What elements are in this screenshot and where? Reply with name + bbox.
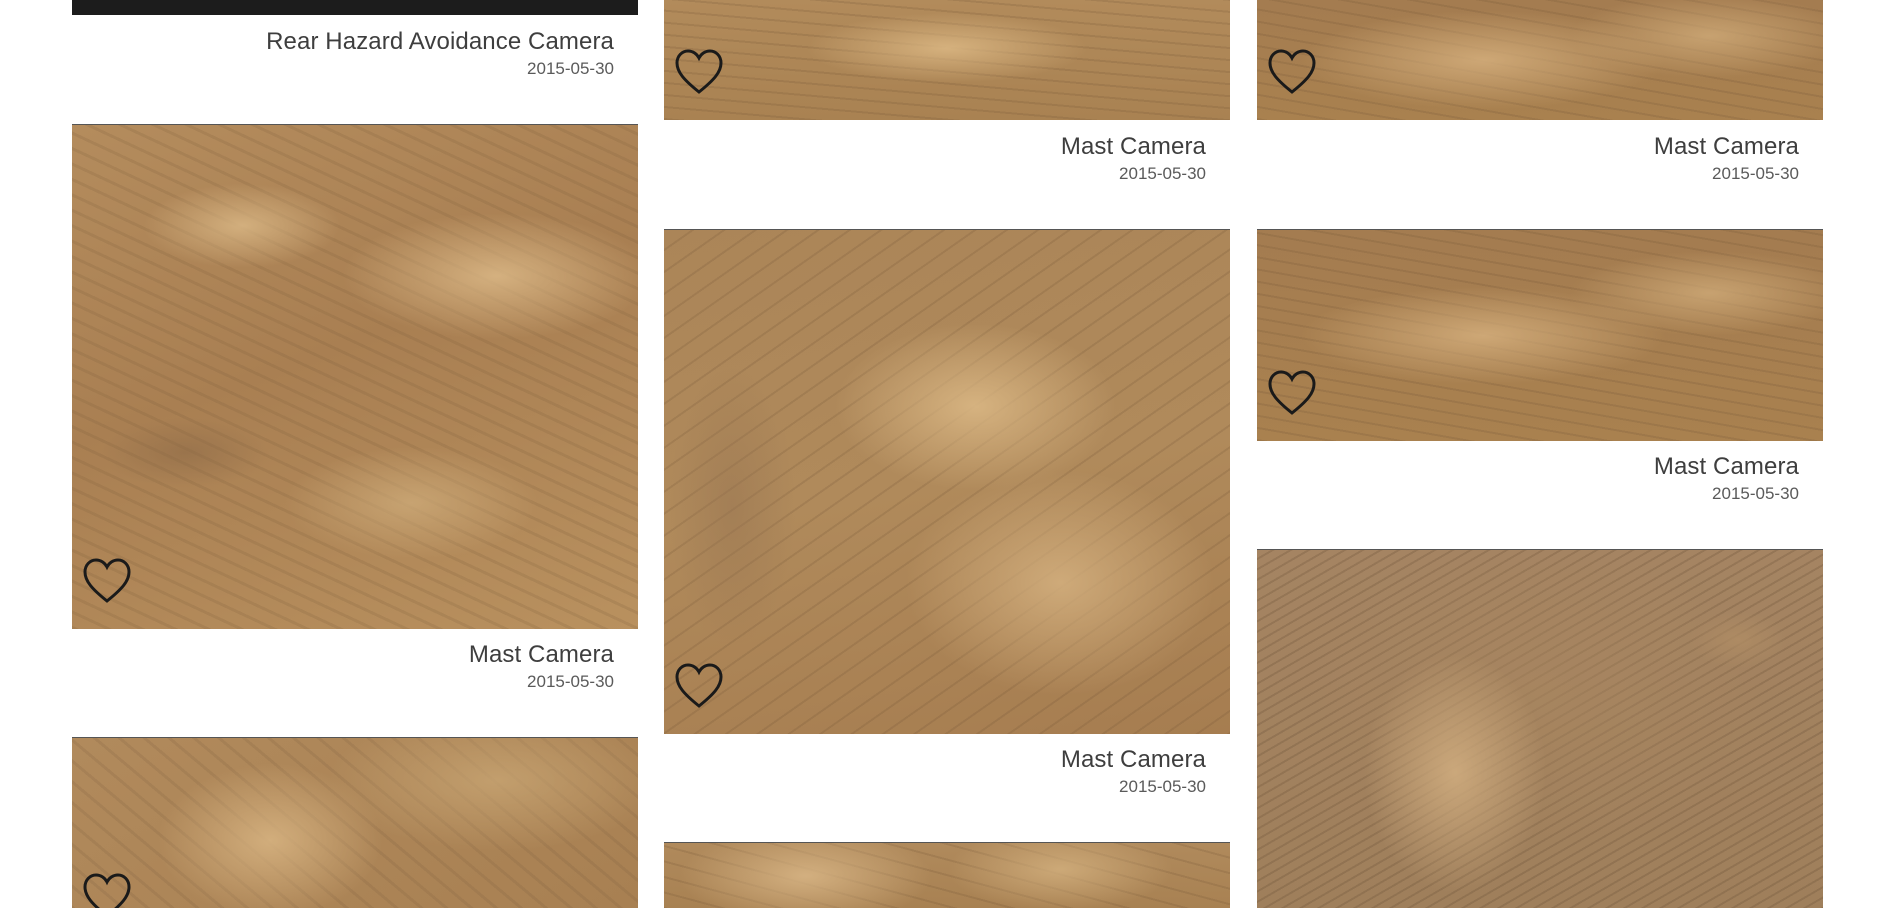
photo-card: Mast Camera 2015-05-30 [664, 0, 1230, 200]
photo-caption: Mast Camera 2015-05-30 [1061, 746, 1206, 798]
photo-date: 2015-05-30 [1712, 484, 1799, 503]
photo-date: 2015-05-30 [527, 672, 614, 691]
rover-photo[interactable] [72, 0, 638, 15]
rover-photo[interactable] [1257, 229, 1823, 441]
photo-caption: Mast Camera 2015-05-30 [469, 641, 614, 693]
favorite-heart-icon[interactable] [674, 48, 724, 96]
photo-card: Mast Camera 2015-05-30 [1257, 0, 1823, 200]
photo-card [72, 737, 638, 908]
camera-name: Mast Camera [1060, 133, 1206, 160]
rover-photo[interactable] [1257, 0, 1823, 120]
camera-name: Mast Camera [1653, 453, 1799, 480]
camera-name: Rear Hazard Avoidance Camera [266, 28, 614, 55]
favorite-heart-icon[interactable] [1267, 369, 1317, 417]
camera-name: Mast Camera [1653, 133, 1799, 160]
photo-card: Mast Camera 2015-05-30 [664, 229, 1230, 829]
photo-card [1257, 549, 1823, 908]
rover-photo[interactable] [664, 842, 1230, 908]
favorite-heart-icon[interactable] [82, 872, 132, 908]
photo-date: 2015-05-30 [1712, 164, 1799, 183]
photo-date: 2015-05-30 [1119, 777, 1206, 796]
favorite-heart-icon[interactable] [674, 662, 724, 710]
favorite-heart-icon[interactable] [1267, 48, 1317, 96]
photo-card [664, 842, 1230, 908]
photo-caption: Mast Camera 2015-05-30 [1654, 133, 1799, 185]
rover-photo[interactable] [72, 124, 638, 629]
photo-card: Rear Hazard Avoidance Camera 2015-05-30 [72, 0, 638, 110]
photo-card: Mast Camera 2015-05-30 [72, 124, 638, 724]
camera-name: Mast Camera [468, 641, 614, 668]
photo-caption: Mast Camera 2015-05-30 [1061, 133, 1206, 185]
photo-caption: Rear Hazard Avoidance Camera 2015-05-30 [266, 28, 614, 80]
rover-photo[interactable] [1257, 549, 1823, 908]
photo-date: 2015-05-30 [527, 59, 614, 78]
photo-date: 2015-05-30 [1119, 164, 1206, 183]
photo-caption: Mast Camera 2015-05-30 [1654, 453, 1799, 505]
photo-card: Mast Camera 2015-05-30 [1257, 229, 1823, 529]
photo-gallery: Rear Hazard Avoidance Camera 2015-05-30 … [0, 0, 1890, 908]
rover-photo[interactable] [72, 737, 638, 908]
rover-photo[interactable] [664, 229, 1230, 734]
rover-photo[interactable] [664, 0, 1230, 120]
camera-name: Mast Camera [1060, 746, 1206, 773]
favorite-heart-icon[interactable] [82, 557, 132, 605]
